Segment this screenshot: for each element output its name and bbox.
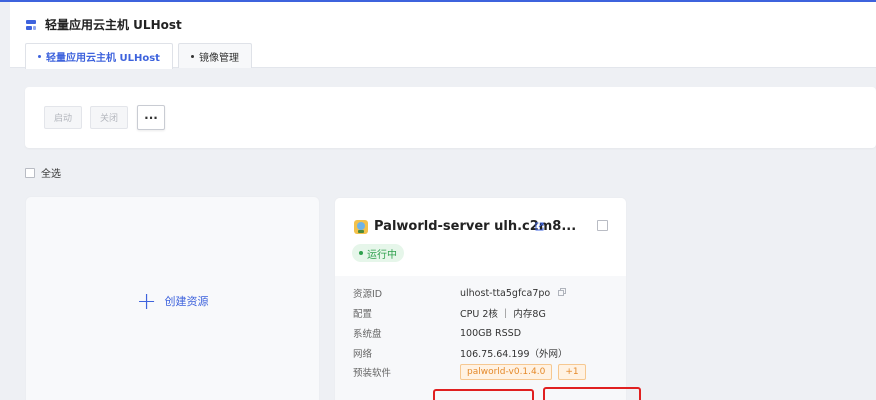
plus-icon: + — [136, 287, 157, 315]
status-dot-icon — [359, 251, 363, 255]
page-title: 轻量应用云主机 ULHost — [45, 18, 182, 32]
host-card-details: 资源ID ulhost-tta5gfca7po 配置 CPU 2核 ｜ 内存8G… — [335, 276, 626, 400]
info-value: 100GB RSSD — [460, 327, 522, 339]
dot-icon — [190, 54, 194, 58]
select-all[interactable]: 全选 — [25, 165, 61, 180]
create-resource-label: 创建资源 — [164, 295, 209, 308]
stop-button[interactable]: 关闭 — [90, 106, 128, 129]
select-all-label: 全选 — [41, 169, 61, 180]
info-row-config: 配置 CPU 2核 ｜ 内存8G — [353, 306, 546, 320]
tab-ulhost[interactable]: 轻量应用云主机 ULHost — [25, 43, 173, 69]
page-header: 轻量应用云主机 ULHost 轻量应用云主机 ULHost 镜像管理 — [10, 2, 876, 69]
select-all-checkbox[interactable] — [25, 167, 35, 178]
host-card[interactable]: Palworld-server ulh.c2m8... 运行中 资源ID ulh… — [334, 197, 627, 400]
start-button[interactable]: 启动 — [44, 106, 82, 129]
external-link-icon[interactable] — [535, 221, 544, 234]
status-badge: 运行中 — [352, 244, 404, 262]
tab-label: 镜像管理 — [198, 52, 239, 64]
server-icon — [25, 19, 37, 31]
highlight-box-left — [433, 389, 534, 400]
info-row-resource-id: 资源ID ulhost-tta5gfca7po — [353, 286, 567, 300]
highlight-box-right — [543, 387, 641, 400]
host-select-checkbox[interactable] — [597, 220, 608, 231]
info-key: 网络 — [353, 349, 373, 360]
software-tag: palworld-v0.1.4.0 — [460, 364, 553, 380]
create-resource-card[interactable]: + 创建资源 — [25, 196, 320, 400]
more-software-tag[interactable]: +1 — [558, 364, 586, 380]
tab-image-management[interactable]: 镜像管理 — [177, 43, 252, 68]
info-row-network: 网络 106.75.64.199（外网） — [353, 346, 568, 360]
info-key: 资源ID — [353, 289, 383, 300]
info-key: 系统盘 — [353, 329, 382, 340]
status-text: 运行中 — [367, 249, 397, 261]
info-key: 配置 — [353, 309, 373, 320]
active-dot-icon — [38, 55, 41, 58]
palworld-logo-icon — [353, 219, 369, 235]
info-value: 106.75.64.199（外网） — [460, 349, 568, 360]
info-value: ulhost-tta5gfca7po — [460, 287, 551, 299]
host-name[interactable]: Palworld-server ulh.c2m8... — [374, 219, 576, 234]
info-row-preinstalled-software: 预装软件 palworld-v0.1.4.0 +1 — [353, 364, 586, 380]
more-actions-button[interactable]: ··· — [137, 105, 165, 130]
action-toolbar: 启动 关闭 ··· — [25, 87, 876, 148]
copy-icon[interactable] — [558, 287, 567, 299]
info-row-system-disk: 系统盘 100GB RSSD — [353, 326, 522, 341]
info-key: 预装软件 — [353, 368, 392, 379]
host-card-header: Palworld-server ulh.c2m8... 运行中 — [335, 198, 626, 276]
tab-bar: 轻量应用云主机 ULHost 镜像管理 — [25, 43, 252, 69]
tab-label: 轻量应用云主机 ULHost — [46, 53, 160, 64]
info-value: CPU 2核 ｜ 内存8G — [460, 309, 546, 320]
page-title-row: 轻量应用云主机 ULHost — [25, 16, 182, 33]
